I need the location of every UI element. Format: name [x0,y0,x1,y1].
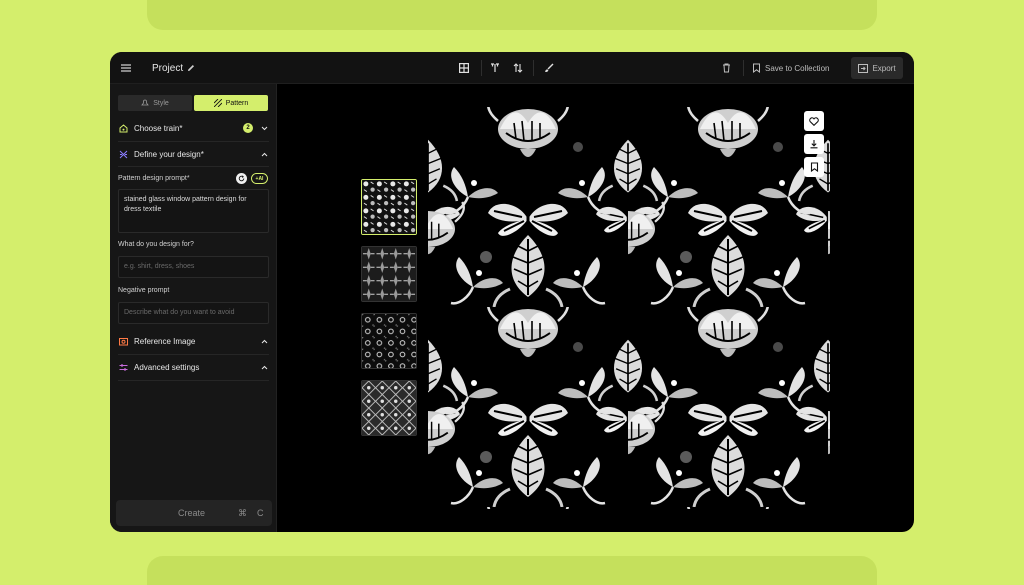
negative-prompt-placeholder: Describe what do you want to avoid [124,309,235,316]
tab-style[interactable]: Style [118,95,192,111]
background-band-bottom [147,556,877,585]
grid-icon [459,63,469,73]
chevron-up-icon [261,152,268,156]
export-label: Export [872,63,896,73]
pattern-icon [213,99,222,107]
download-button[interactable] [804,134,824,154]
project-title[interactable]: Project [152,60,195,76]
shortcut-command-key: ⌘ [238,507,247,518]
design-for-label: What do you design for? [118,241,194,248]
choose-train-label: Choose train* [134,123,183,133]
brush-icon [545,63,554,72]
section-divider [118,166,269,167]
bookmark-icon [810,162,818,172]
advanced-settings-section[interactable]: Advanced settings [118,360,268,374]
tab-pattern[interactable]: Pattern [194,95,268,111]
sliders-icon [118,362,128,372]
advanced-settings-label: Advanced settings [134,362,200,372]
ai-enhance-button[interactable]: +AI [251,173,268,184]
negative-prompt-label: Negative prompt [118,287,170,294]
tab-style-label: Style [153,99,169,107]
flip-vertical-icon [513,63,523,73]
save-to-collection-label: Save to Collection [765,63,830,73]
tab-pattern-label: Pattern [225,99,249,107]
export-icon [858,63,869,73]
app-window: Project Save to Collection Export Style … [110,52,914,532]
define-design-section[interactable]: Define your design* [118,147,268,161]
section-divider [118,354,269,355]
top-bar: Project Save to Collection Export [110,52,914,84]
design-icon [118,149,128,159]
chevron-up-icon [261,339,268,343]
refresh-icon [238,175,245,182]
generated-pattern-preview [428,107,830,509]
train-icon [118,123,128,133]
toolbar-separator [533,60,534,76]
design-for-placeholder: e.g. shirt, dress, shoes [124,263,195,270]
choose-train-section[interactable]: Choose train* 2 [118,121,268,135]
section-divider [118,141,269,142]
toolbar-separator [743,60,744,76]
project-title-text: Project [152,62,184,74]
download-icon [810,140,818,149]
brush-button[interactable] [538,58,560,78]
flip-horizontal-icon [491,63,499,72]
flip-horizontal-button[interactable] [484,58,506,78]
flip-vertical-button[interactable] [507,58,529,78]
negative-prompt-input[interactable]: Describe what do you want to avoid [118,302,269,324]
delete-button[interactable] [715,58,737,78]
train-count-badge: 2 [243,123,253,133]
chevron-down-icon [261,126,268,130]
menu-button[interactable] [118,60,134,76]
pencil-icon [188,65,195,71]
variation-thumbnail-4[interactable] [361,380,417,436]
shortcut-c-key: C [257,508,264,518]
bookmark-button[interactable] [804,157,824,177]
create-button[interactable]: Create ⌘ C [116,500,272,526]
background-band-top [147,0,877,30]
trash-icon [722,63,730,73]
reference-image-label: Reference Image [134,336,196,346]
heart-icon [809,116,819,126]
design-for-input[interactable]: e.g. shirt, dress, shoes [118,256,269,278]
variation-thumbnail-2[interactable] [361,246,417,302]
image-actions [804,111,826,180]
grid-view-button[interactable] [453,58,475,78]
create-label: Create [178,508,206,518]
section-divider [118,380,269,381]
export-button[interactable]: Export [851,57,903,79]
prompt-input[interactable]: stained glass window pattern design for … [118,189,269,233]
hamburger-icon [121,64,131,72]
prompt-label: Pattern design prompt* [118,175,190,182]
sidebar: Style Pattern Choose train* 2 Define you… [110,84,277,532]
reference-image-section[interactable]: Reference Image [118,334,268,348]
define-design-label: Define your design* [134,149,204,159]
toolbar-separator [481,60,482,76]
image-icon [118,336,128,346]
style-icon [141,99,150,106]
reset-prompt-button[interactable] [236,173,247,184]
save-to-collection-button[interactable]: Save to Collection [748,58,833,78]
variation-thumbnail-1[interactable] [361,179,417,235]
bookmark-icon [753,63,760,73]
variation-thumbnail-3[interactable] [361,313,417,369]
favorite-button[interactable] [804,111,824,131]
chevron-up-icon [261,365,268,369]
mode-tabs: Style Pattern [118,95,268,111]
